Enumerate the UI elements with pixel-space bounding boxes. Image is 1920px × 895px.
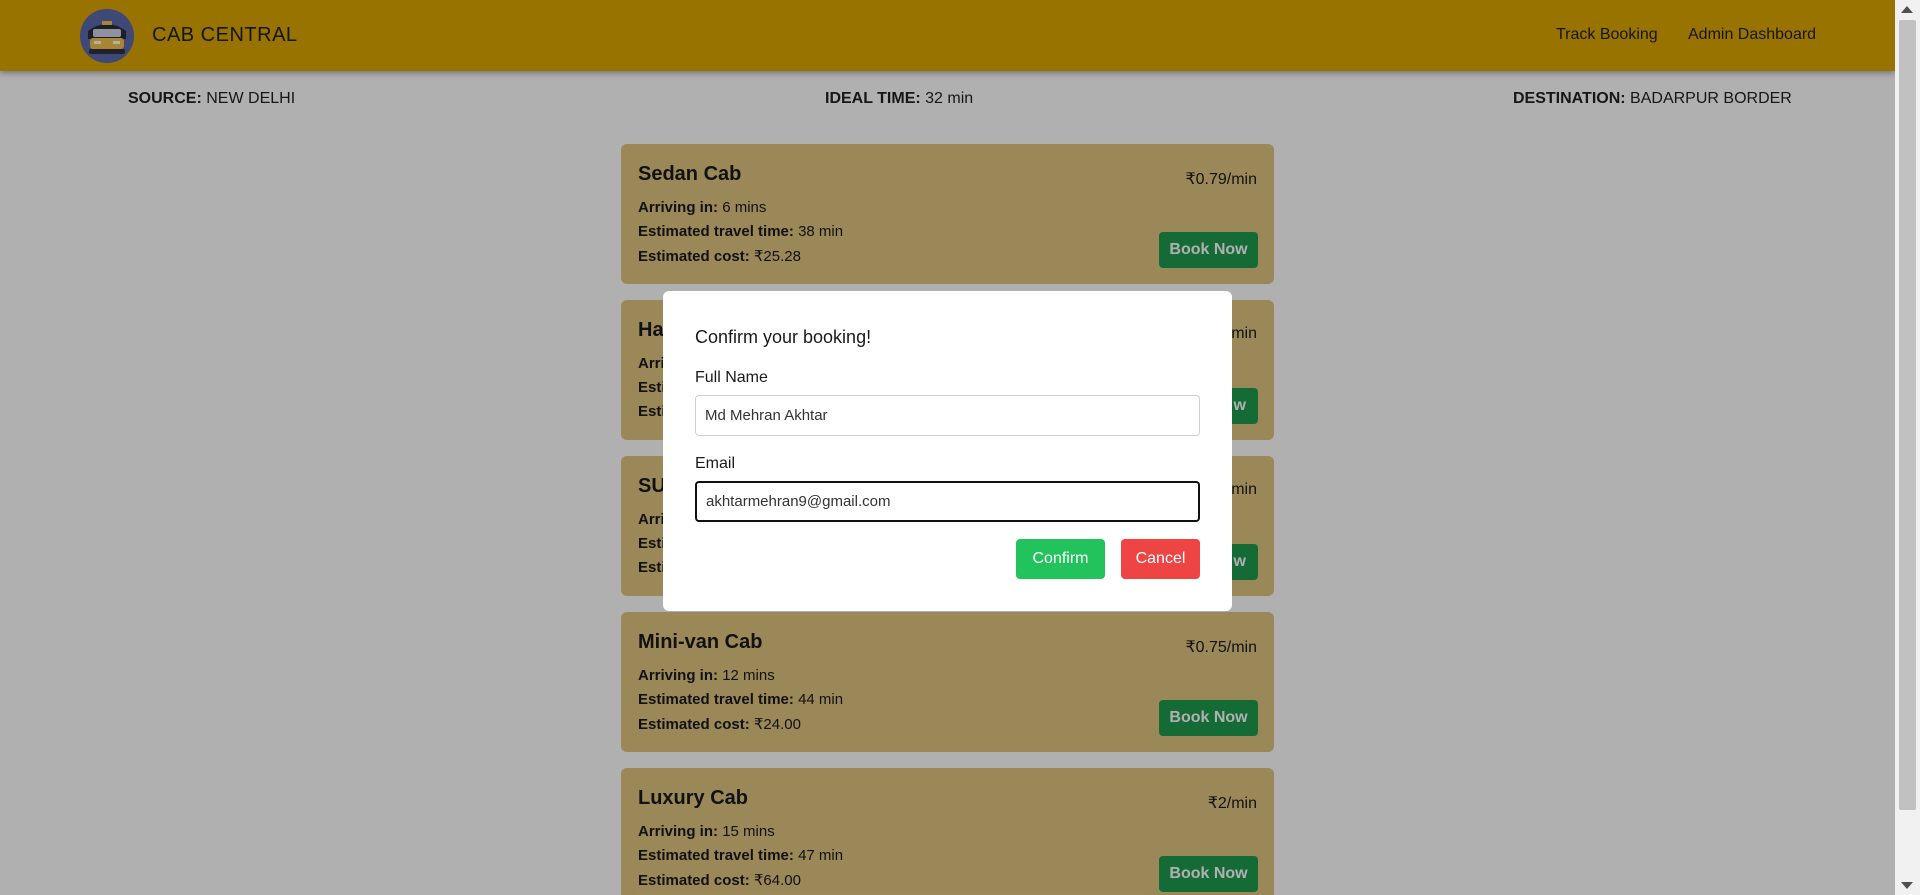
page: CAB CENTRAL Track Booking Admin Dashboar… bbox=[0, 0, 1895, 895]
full-name-input[interactable] bbox=[695, 395, 1200, 436]
scroll-up-icon[interactable] bbox=[1901, 6, 1913, 13]
modal-title: Confirm your booking! bbox=[695, 327, 872, 347]
confirm-booking-modal: Confirm your booking! Full Name Email Co… bbox=[663, 291, 1232, 611]
email-label: Email bbox=[695, 455, 736, 472]
confirm-button[interactable]: Confirm bbox=[1016, 539, 1105, 579]
email-input[interactable] bbox=[695, 481, 1200, 522]
scrollbar-thumb[interactable] bbox=[1899, 20, 1916, 810]
scroll-down-icon[interactable] bbox=[1901, 882, 1913, 889]
vertical-scrollbar[interactable] bbox=[1895, 0, 1920, 895]
cancel-button[interactable]: Cancel bbox=[1121, 539, 1200, 579]
full-name-label: Full Name bbox=[695, 369, 768, 386]
